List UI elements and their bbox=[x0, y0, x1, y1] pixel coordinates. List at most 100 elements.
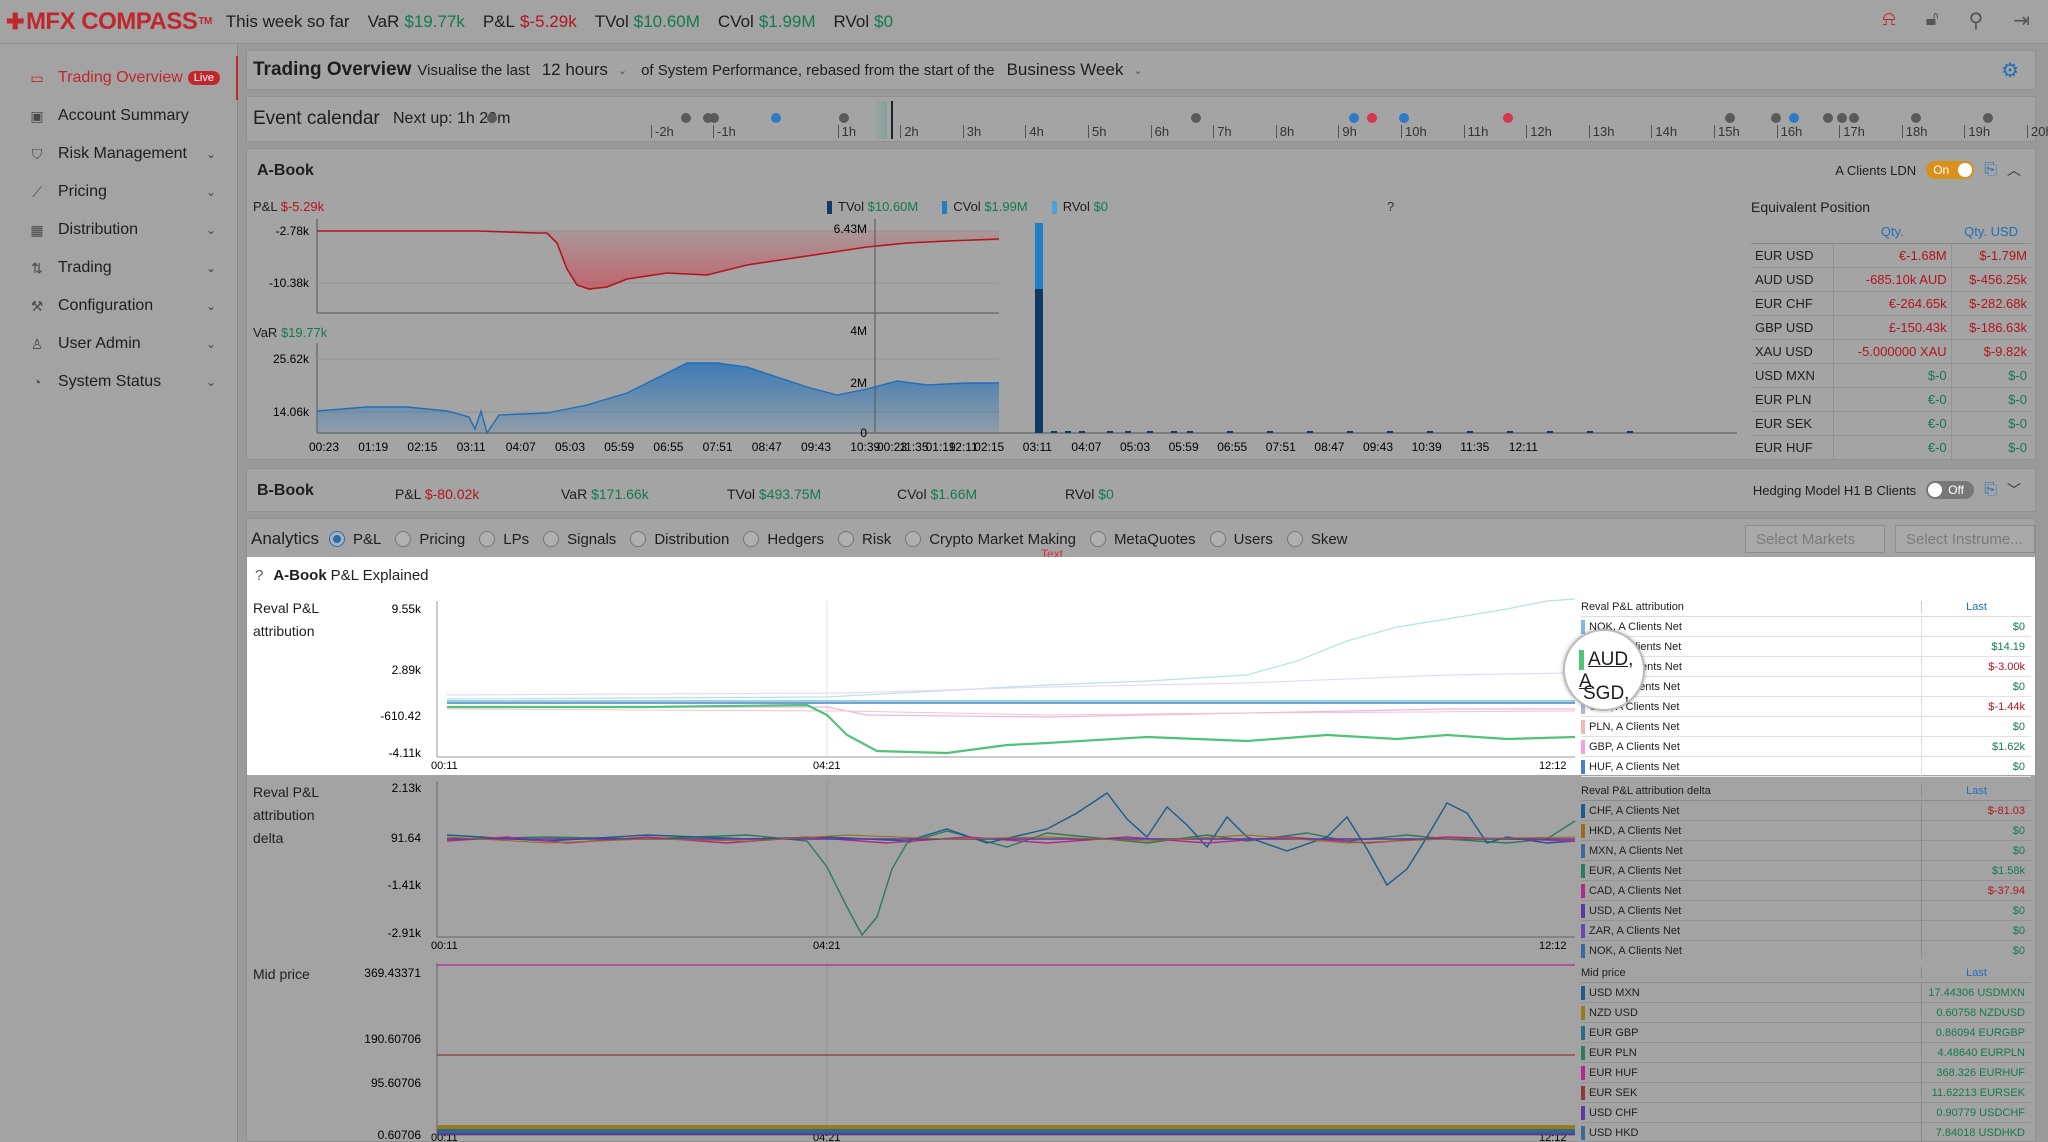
event-dot[interactable] bbox=[1983, 113, 1993, 123]
legend-row[interactable]: EUR GBP 0.86094 EURGBP bbox=[1581, 1022, 2031, 1043]
tab-pricing[interactable]: Pricing bbox=[395, 531, 465, 548]
select-instruments[interactable]: Select Instrume... bbox=[1895, 525, 2035, 553]
eq-row[interactable]: USD MXN $-0 $-0 bbox=[1751, 363, 2031, 388]
event-dot[interactable] bbox=[1503, 113, 1513, 123]
range-select[interactable]: 12 hours bbox=[542, 60, 608, 80]
chevron-down-icon[interactable]: ﹀ bbox=[2007, 480, 2021, 500]
legend-row[interactable]: EUR, A Clients Net $1.58k bbox=[1581, 860, 2031, 881]
legend-row[interactable]: USD, A Clients Net $0 bbox=[1581, 900, 2031, 921]
event-dot[interactable] bbox=[1399, 113, 1409, 123]
tab-risk[interactable]: Risk bbox=[838, 531, 891, 548]
event-dot[interactable] bbox=[1849, 113, 1859, 123]
tab-lps[interactable]: LPs bbox=[479, 531, 529, 548]
legend-row[interactable]: HKD, A Clients Net $0 bbox=[1581, 820, 2031, 841]
eq-col-qty[interactable]: Qty. bbox=[1833, 221, 1952, 244]
legend-last[interactable]: Last bbox=[1921, 784, 2031, 797]
legend-row[interactable]: NZD USD 0.60758 NZDUSD bbox=[1581, 1002, 2031, 1023]
radio-button[interactable] bbox=[1209, 531, 1226, 547]
legend-row[interactable]: GBP, A Clients Net $1.62k bbox=[1581, 736, 2031, 757]
chevron-down-icon[interactable]: ⌄ bbox=[206, 375, 216, 389]
radio-button[interactable] bbox=[838, 531, 855, 547]
tab-metaquotes[interactable]: MetaQuotes bbox=[1089, 531, 1196, 548]
legend-row[interactable]: MXN, A Clients Net $0 bbox=[1581, 840, 2031, 861]
legend-last[interactable]: Last bbox=[1921, 600, 2031, 613]
legend-row[interactable]: USD HKD 7.84018 USDHKD bbox=[1581, 1122, 2031, 1142]
radio-button[interactable] bbox=[1089, 531, 1106, 547]
radio-button[interactable] bbox=[743, 531, 760, 547]
radio-button[interactable] bbox=[905, 531, 922, 547]
chevron-down-icon[interactable]: ⌄ bbox=[206, 147, 216, 161]
logo[interactable]: ✚ MFX COMPASS TM bbox=[6, 8, 212, 36]
radio-button[interactable] bbox=[630, 531, 647, 547]
search-icon[interactable]: ⚲ bbox=[1969, 8, 1984, 33]
legend-last[interactable]: Last bbox=[1921, 966, 2031, 979]
legend-row[interactable]: USD CHF 0.90779 USDCHF bbox=[1581, 1102, 2031, 1123]
chevron-down-icon[interactable]: ⌄ bbox=[206, 223, 216, 237]
legend-row[interactable]: ZAR, A Clients Net$0 bbox=[1581, 676, 2031, 697]
legend-row[interactable]: CHF, A Clients Net $-1.44k bbox=[1581, 696, 2031, 717]
eq-col-usd[interactable]: Qty. USD bbox=[1951, 221, 2031, 244]
tab-distribution[interactable]: Distribution bbox=[630, 531, 729, 548]
tab-skew[interactable]: Skew bbox=[1286, 531, 1348, 548]
legend-row[interactable]: CHF, A Clients Net $-81.03 bbox=[1581, 800, 2031, 821]
eq-row[interactable]: EUR USD €-1.68M $-1.79M bbox=[1751, 243, 2031, 268]
chevron-down-icon[interactable]: ⌄ bbox=[206, 337, 216, 351]
event-dot[interactable] bbox=[1823, 113, 1833, 123]
event-dot[interactable] bbox=[709, 113, 719, 123]
event-dot[interactable] bbox=[1837, 113, 1847, 123]
collapse-sidebar-icon[interactable]: ‹ bbox=[112, 1138, 119, 1142]
radio-button[interactable] bbox=[543, 531, 560, 547]
event-dot[interactable] bbox=[1789, 113, 1799, 123]
event-dot[interactable] bbox=[1725, 113, 1735, 123]
eq-row[interactable]: EUR SEK €-0 $-0 bbox=[1751, 411, 2031, 436]
chevron-down-icon[interactable]: ⌄ bbox=[1133, 64, 1142, 77]
eq-row[interactable]: EUR HUF €-0 $-0 bbox=[1751, 435, 2031, 460]
tab-p-l[interactable]: P&L bbox=[329, 531, 381, 548]
legend-row[interactable]: SGD, A Clients Net$-3.00k bbox=[1581, 656, 2031, 677]
event-timeline[interactable]: -2h -1h 1h 2h 3h 4h 5h 6h 7h 8h 9h 10h 11h 12h 13h 14h 1… bbox=[487, 101, 2048, 139]
event-dot[interactable] bbox=[771, 113, 781, 123]
event-dot[interactable] bbox=[681, 113, 691, 123]
eq-row[interactable]: EUR CHF €-264.65k $-282.68k bbox=[1751, 291, 2031, 316]
radio-button[interactable] bbox=[329, 531, 346, 547]
event-dot[interactable] bbox=[487, 113, 497, 123]
chevron-up-icon[interactable]: ︿ bbox=[2007, 160, 2021, 180]
logout-icon[interactable]: ⇥ bbox=[2013, 8, 2030, 33]
event-dot[interactable] bbox=[839, 113, 849, 123]
legend-row[interactable]: USD MXN 17.44306 USDMXN bbox=[1581, 982, 2031, 1003]
legend-row[interactable]: ZAR, A Clients Net$0 bbox=[1581, 920, 2031, 941]
bell-icon[interactable]: ⍾ bbox=[1882, 8, 1895, 33]
legend-row[interactable]: EUR PLN 4.48640 EURPLN bbox=[1581, 1042, 2031, 1063]
tab-users[interactable]: Users bbox=[1209, 531, 1273, 548]
chevron-down-icon[interactable]: ⌄ bbox=[206, 261, 216, 275]
abook-toggle[interactable]: On bbox=[1926, 161, 1975, 179]
gear-icon[interactable]: ⚙ bbox=[2001, 58, 2019, 83]
event-dot[interactable] bbox=[1191, 113, 1201, 123]
eq-row[interactable]: XAU USD -5.000000 XAU $-9.82k bbox=[1751, 339, 2031, 364]
event-dot[interactable] bbox=[1349, 113, 1359, 123]
legend-row[interactable]: EUR SEK 11.62213 EURSEK bbox=[1581, 1082, 2031, 1103]
radio-button[interactable] bbox=[479, 531, 496, 547]
rebase-select[interactable]: Business Week bbox=[1007, 60, 1124, 80]
event-dot[interactable] bbox=[1367, 113, 1377, 123]
bookmark-icon[interactable]: ⎘ bbox=[1984, 481, 1997, 499]
legend-row[interactable]: NOK, A Clients Net $0 bbox=[1581, 940, 2031, 961]
eq-row[interactable]: GBP USD £-150.43k $-186.63k bbox=[1751, 315, 2031, 340]
legend-row[interactable]: NOK, A Clients Net $0 bbox=[1581, 616, 2031, 637]
tab-hedgers[interactable]: Hedgers bbox=[743, 531, 824, 548]
tab-crypto-market-making[interactable]: Crypto Market Making bbox=[905, 531, 1076, 548]
legend-row[interactable]: AUD, A Clients Net$14.19 bbox=[1581, 636, 2031, 657]
select-markets[interactable]: Select Markets bbox=[1745, 525, 1885, 553]
bbook-toggle[interactable]: Off bbox=[1926, 481, 1975, 499]
bookmark-icon[interactable]: ⎘ bbox=[1984, 161, 1997, 179]
radio-button[interactable] bbox=[395, 531, 412, 547]
lock-icon[interactable]: 🔓︎ bbox=[1926, 8, 1939, 33]
legend-row[interactable]: EUR HUF 368.326 EURHUF bbox=[1581, 1062, 2031, 1083]
legend-row[interactable]: PLN, A Clients Net $0 bbox=[1581, 716, 2031, 737]
event-dot[interactable] bbox=[1911, 113, 1921, 123]
tab-signals[interactable]: Signals bbox=[543, 531, 616, 548]
radio-button[interactable] bbox=[1286, 531, 1303, 547]
sidebar-item-system-status[interactable]: ◔ System Status ⌄ bbox=[0, 360, 238, 404]
eq-row[interactable]: AUD USD -685.10k AUD $-456.25k bbox=[1751, 267, 2031, 292]
chevron-down-icon[interactable]: ⌄ bbox=[618, 64, 627, 77]
